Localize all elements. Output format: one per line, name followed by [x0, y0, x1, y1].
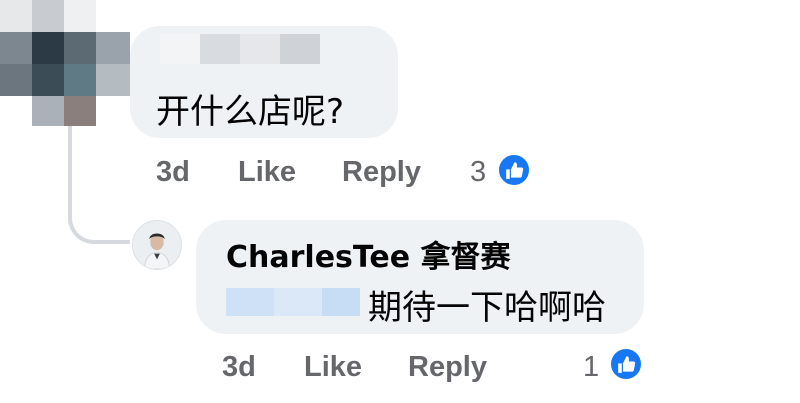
person-photo-icon [133, 221, 181, 269]
like-button[interactable]: Like [304, 351, 362, 384]
author-name[interactable]: CharlesTee 拿督赛 [226, 232, 511, 276]
comment-actions: 3d Like Reply [156, 156, 456, 192]
thread-connector-line [68, 126, 130, 244]
comment-text: 开什么店呢? [156, 92, 345, 132]
author-name-redacted-block [200, 34, 240, 64]
reaction-count[interactable]: 3 [470, 156, 486, 189]
mention-redacted-block [274, 288, 322, 316]
mention-redacted[interactable] [226, 288, 274, 316]
reply-button[interactable]: Reply [342, 156, 421, 189]
reply-button[interactable]: Reply [408, 351, 487, 384]
like-icon[interactable] [497, 153, 531, 187]
thumbs-up-icon [618, 356, 636, 373]
reply-text: 期待一下哈啊哈 [368, 288, 606, 328]
author-name-redacted[interactable] [160, 34, 200, 64]
comment-bubble: 开什么店呢? [130, 26, 398, 138]
timestamp[interactable]: 3d [156, 156, 190, 189]
like-icon[interactable] [609, 347, 643, 381]
reply-actions: 3d Like Reply [222, 351, 522, 387]
avatar-redacted[interactable] [0, 0, 130, 130]
like-button[interactable]: Like [238, 156, 296, 189]
mention-redacted-block [322, 288, 360, 316]
timestamp[interactable]: 3d [222, 351, 256, 384]
thumbs-up-icon [506, 162, 524, 179]
avatar-charlestee[interactable] [132, 220, 182, 270]
author-name-redacted-block [280, 34, 320, 64]
reaction-count[interactable]: 1 [583, 351, 599, 384]
author-name-redacted-block [240, 34, 280, 64]
